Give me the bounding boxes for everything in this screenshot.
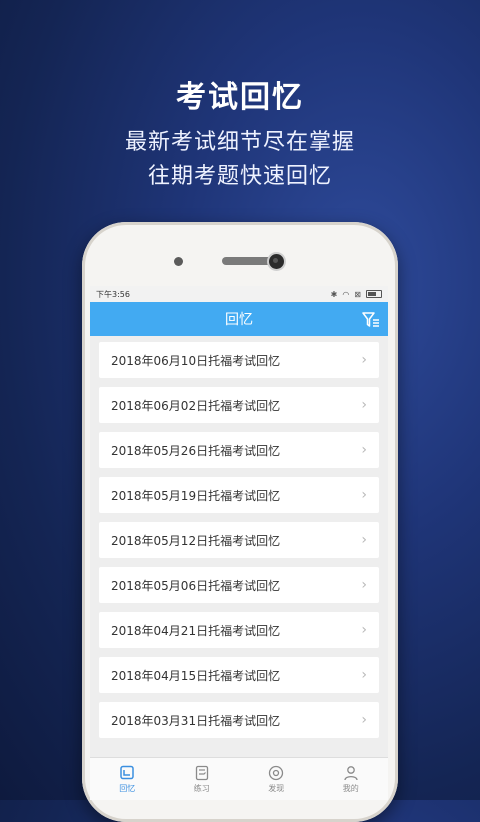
chevron-right-icon: › — [361, 667, 367, 683]
list-item-label: 2018年04月21日托福考试回忆 — [111, 623, 281, 638]
battery-icon — [366, 290, 382, 298]
bluetooth-icon: ✱ — [330, 289, 338, 299]
recall-icon — [120, 765, 134, 779]
list-item-label: 2018年05月19日托福考试回忆 — [111, 488, 281, 503]
list-item[interactable]: 2018年05月19日托福考试回忆 › — [99, 477, 379, 513]
discover-icon — [269, 765, 284, 780]
tab-practice[interactable]: 练习 — [165, 758, 240, 800]
list-item-label: 2018年04月15日托福考试回忆 — [111, 668, 281, 683]
list-item[interactable]: 2018年04月21日托福考试回忆 › — [99, 612, 379, 648]
status-bar: 下午3:56 ✱ ◠ ⊠ — [90, 286, 388, 302]
list-item-label: 2018年05月26日托福考试回忆 — [111, 443, 281, 458]
list-item[interactable]: 2018年06月02日托福考试回忆 › — [99, 387, 379, 423]
chevron-right-icon: › — [361, 577, 367, 593]
list-item[interactable]: 2018年04月15日托福考试回忆 › — [99, 657, 379, 693]
recall-list: 2018年06月10日托福考试回忆 › 2018年06月02日托福考试回忆 › 20… — [90, 336, 388, 738]
bottom-tab-bar: 回忆 练习 发现 我的 — [90, 757, 388, 800]
sim-icon: ⊠ — [354, 289, 361, 299]
chevron-right-icon: › — [361, 442, 367, 458]
list-item-label: 2018年05月06日托福考试回忆 — [111, 578, 281, 593]
profile-icon — [344, 765, 358, 780]
wifi-icon: ◠ — [342, 289, 350, 299]
tab-label: 我的 — [342, 783, 359, 793]
chevron-right-icon: › — [361, 352, 367, 368]
list-item[interactable]: 2018年05月06日托福考试回忆 › — [99, 567, 379, 603]
tab-recall[interactable]: 回忆 — [90, 758, 165, 800]
list-item[interactable]: 2018年05月26日托福考试回忆 › — [99, 432, 379, 468]
list-item[interactable]: 2018年03月31日托福考试回忆 › — [99, 702, 379, 738]
promo-line-1: 最新考试细节尽在掌握 — [124, 130, 355, 155]
status-icons: ✱ ◠ ⊠ — [331, 290, 382, 299]
list-item[interactable]: 2018年06月10日托福考试回忆 › — [99, 342, 379, 378]
tab-label: 发现 — [268, 783, 285, 793]
page-title: 回忆 — [225, 312, 253, 328]
chevron-right-icon: › — [361, 622, 367, 638]
promo-headline: 考试回忆 — [176, 80, 304, 115]
list-item[interactable]: 2018年05月12日托福考试回忆 › — [99, 522, 379, 558]
tab-discover[interactable]: 发现 — [239, 758, 314, 800]
app-header: 回忆 — [90, 302, 388, 336]
front-camera — [269, 254, 284, 269]
chevron-right-icon: › — [361, 487, 367, 503]
phone-top-bezel — [82, 222, 398, 290]
status-time: 下午3:56 — [96, 289, 130, 299]
list-item-label: 2018年03月31日托福考试回忆 — [111, 713, 281, 728]
phone-screen: 下午3:56 ✱ ◠ ⊠ 回忆 2018年06月10日托福考试回忆 › 2018年… — [90, 286, 388, 800]
list-item-label: 2018年05月12日托福考试回忆 — [111, 533, 281, 548]
practice-icon — [195, 765, 208, 780]
list-item-label: 2018年06月10日托福考试回忆 — [111, 353, 281, 368]
chevron-right-icon: › — [361, 397, 367, 413]
tab-profile[interactable]: 我的 — [314, 758, 389, 800]
proximity-sensor — [174, 257, 183, 266]
chevron-right-icon: › — [361, 532, 367, 548]
tab-label: 回忆 — [119, 783, 136, 793]
promo-line-2: 往期考题快速回忆 — [147, 164, 332, 189]
list-item-label: 2018年06月02日托福考试回忆 — [111, 398, 281, 413]
filter-icon[interactable] — [362, 311, 380, 329]
tab-label: 练习 — [193, 783, 210, 793]
chevron-right-icon: › — [361, 712, 367, 728]
earpiece-speaker — [222, 257, 274, 265]
